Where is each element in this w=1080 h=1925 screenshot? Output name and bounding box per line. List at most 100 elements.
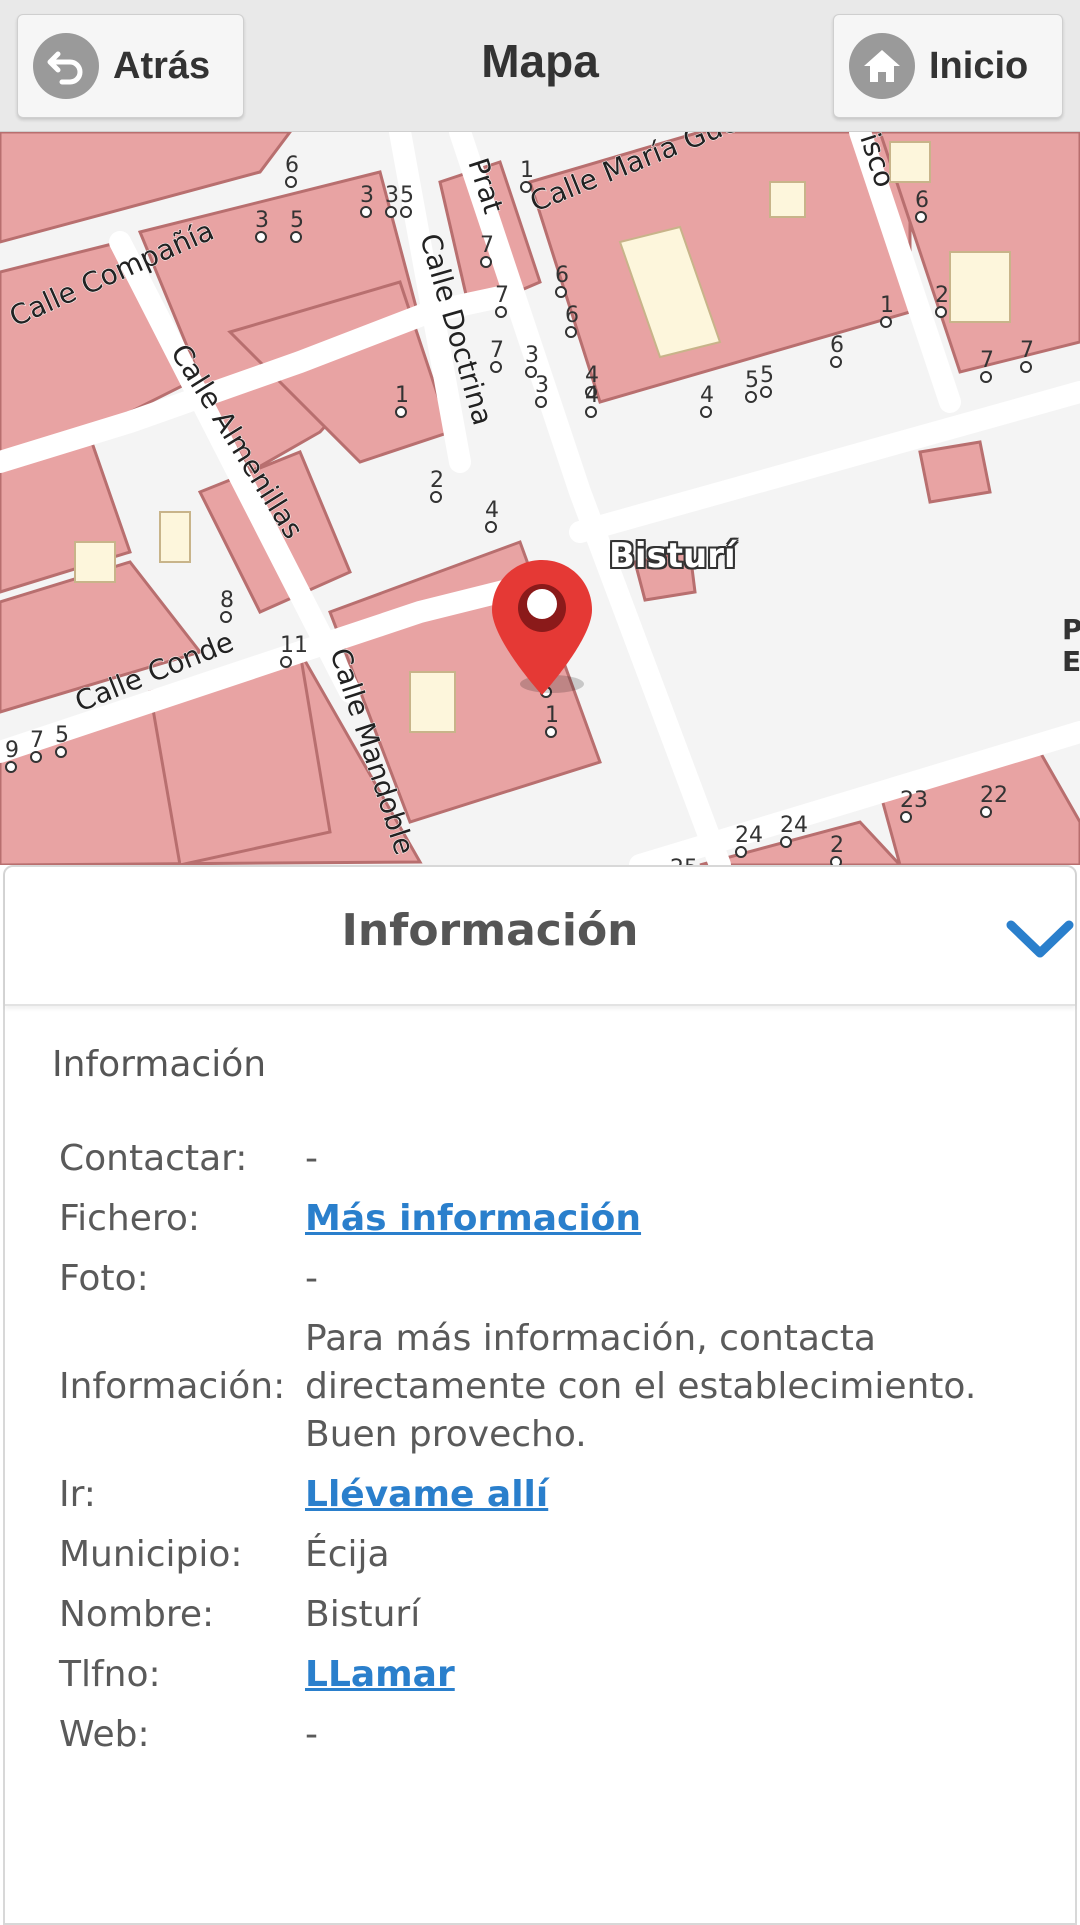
house-number-label: 7 (30, 728, 44, 753)
house-number-label: 3 (535, 373, 549, 398)
house-number-label: 8 (220, 588, 234, 613)
house-marker (545, 726, 557, 738)
house-number-label: 11 (280, 633, 308, 658)
house-marker (760, 386, 772, 398)
house-number-label: 3 (255, 208, 269, 233)
call-link[interactable]: LLamar (305, 1654, 455, 1695)
house-marker (830, 856, 842, 865)
label-informacion: Información: (59, 1366, 286, 1407)
house-number-label: 3 (360, 183, 374, 208)
info-panel-header[interactable]: Información (5, 867, 1075, 1006)
label-web: Web: (59, 1714, 150, 1755)
label-fichero: Fichero: (59, 1198, 201, 1239)
map-canvas: Calle Compañía Calle María Guerre Prat C… (0, 132, 1080, 865)
home-button[interactable]: Inicio (833, 14, 1063, 118)
label-contactar: Contactar: (59, 1138, 248, 1179)
house-number-label: 4 (485, 498, 499, 523)
house-marker (5, 761, 17, 773)
house-number-label: 6 (565, 303, 579, 328)
house-marker (915, 211, 927, 223)
house-marker (900, 811, 912, 823)
label-nombre: Nombre: (59, 1594, 215, 1635)
house-marker (430, 491, 442, 503)
house-number-label: 1 (520, 158, 534, 183)
house-marker (700, 406, 712, 418)
house-marker (395, 406, 407, 418)
house-number-label: 6 (830, 333, 844, 358)
house-number-label: 5 (55, 723, 69, 748)
house-number-label: 24 (735, 823, 763, 848)
house-marker (280, 656, 292, 668)
house-marker (555, 286, 567, 298)
value-foto: - (305, 1258, 318, 1299)
house-marker (535, 396, 547, 408)
house-number-label: 3 (385, 183, 399, 208)
house-marker (255, 231, 267, 243)
house-number-label: 23 (900, 788, 928, 813)
house-marker (385, 206, 397, 218)
house-number-label: 4 (700, 383, 714, 408)
info-panel-title: Información (341, 905, 639, 956)
house-number-label: 9 (5, 738, 19, 763)
house-marker (980, 806, 992, 818)
house-number-label: 1 (880, 293, 894, 318)
map-view[interactable]: Calle Compañía Calle María Guerre Prat C… (0, 132, 1080, 865)
house-marker (285, 176, 297, 188)
house-marker (880, 316, 892, 328)
top-bar: Atrás Mapa Inicio (0, 0, 1080, 132)
house-number-label: 5 (745, 368, 759, 393)
table-row: Contactar: - (59, 1129, 976, 1189)
house-number-label: 4 (585, 383, 599, 408)
info-table: Contactar: - Fichero: Más información Fo… (59, 1129, 976, 1765)
table-row: Fichero: Más información (59, 1189, 976, 1249)
home-icon (849, 33, 915, 99)
value-contactar: - (305, 1138, 318, 1179)
house-marker (480, 256, 492, 268)
more-info-link[interactable]: Más información (305, 1198, 641, 1239)
house-number-label: 22 (980, 783, 1008, 808)
value-municipio: Écija (305, 1534, 390, 1575)
house-marker (1020, 361, 1032, 373)
map-partial-label: P E (1062, 613, 1080, 678)
table-row: Municipio: Écija (59, 1525, 976, 1585)
label-foto: Foto: (59, 1258, 149, 1299)
table-row: Nombre: Bisturí (59, 1585, 976, 1645)
table-row: Tlfno: LLamar (59, 1645, 976, 1705)
house-marker (735, 846, 747, 858)
value-informacion: Para más información, contacta directame… (305, 1318, 977, 1455)
house-marker (780, 836, 792, 848)
house-number-label: 2 (935, 283, 949, 308)
place-label[interactable]: Bisturí (609, 536, 736, 576)
house-marker (830, 356, 842, 368)
house-number-label: 7 (490, 338, 504, 363)
house-number-label: 6 (285, 153, 299, 178)
info-panel: Información Información Contactar: - Fic… (3, 865, 1077, 1925)
home-button-label: Inicio (929, 44, 1029, 87)
table-row: Foto: - (59, 1249, 976, 1309)
chevron-down-icon[interactable] (1005, 917, 1075, 965)
value-nombre: Bisturí (305, 1594, 421, 1635)
house-marker (400, 206, 412, 218)
house-marker (520, 181, 532, 193)
directions-link[interactable]: Llévame allí (305, 1474, 548, 1515)
house-marker (935, 306, 947, 318)
house-marker (360, 206, 372, 218)
label-municipio: Municipio: (59, 1534, 243, 1575)
house-marker (30, 751, 42, 763)
house-number-label: 25 (670, 856, 698, 865)
house-number-label: 5 (760, 363, 774, 388)
house-marker (565, 326, 577, 338)
house-number-label: 2 (830, 833, 844, 858)
table-row: Ir: Llévame allí (59, 1465, 976, 1525)
house-number-label: 7 (980, 348, 994, 373)
value-web: - (305, 1714, 318, 1755)
house-marker (220, 611, 232, 623)
house-marker (495, 306, 507, 318)
label-ir: Ir: (59, 1474, 96, 1515)
table-row: Información: Para más información, conta… (59, 1309, 976, 1465)
house-marker (585, 406, 597, 418)
house-number-label: 6 (915, 188, 929, 213)
house-number-label: 1 (395, 383, 409, 408)
house-number-label: 7 (495, 283, 509, 308)
house-number-label: 3 (525, 343, 539, 368)
